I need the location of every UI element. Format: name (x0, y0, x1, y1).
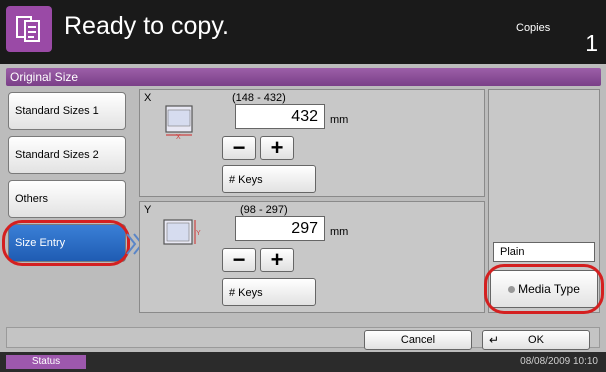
svg-text:Y: Y (196, 230, 201, 237)
x-keys-button[interactable]: # Keys (222, 165, 316, 193)
status-button[interactable]: Status (6, 355, 86, 369)
y-axis-label: Y (144, 204, 152, 216)
svg-text:X: X (176, 134, 181, 140)
ok-button[interactable]: ↵ OK (482, 330, 590, 350)
y-size-value[interactable]: 297 (235, 216, 325, 241)
paper-width-icon: X (165, 105, 193, 140)
standard-sizes-2-button[interactable]: Standard Sizes 2 (8, 136, 126, 174)
y-size-section: Y (98 - 297) Y 297 mm − + # Keys (139, 201, 485, 313)
standard-sizes-1-button[interactable]: Standard Sizes 1 (8, 92, 126, 130)
highlight-ring (2, 220, 130, 266)
y-increase-button[interactable]: + (260, 248, 294, 272)
x-range-label: (148 - 432) (232, 92, 286, 104)
x-size-section: X (148 - 432) X 432 mm − + # Keys (139, 89, 485, 197)
x-decrease-button[interactable]: − (222, 136, 256, 160)
y-unit-label: mm (330, 226, 349, 238)
original-size-panel: Original Size Standard Sizes 1 Standard … (0, 64, 606, 352)
button-label: OK (528, 334, 544, 346)
y-decrease-button[interactable]: − (222, 248, 256, 272)
y-keys-button[interactable]: # Keys (222, 278, 316, 306)
others-button[interactable]: Others (8, 180, 126, 218)
page-title: Ready to copy. (64, 12, 229, 40)
copies-label: Copies (516, 22, 551, 34)
status-bar: Status 08/08/2009 10:10 (0, 352, 606, 372)
enter-icon: ↵ (489, 333, 500, 347)
x-unit-label: mm (330, 114, 349, 126)
header-bar: Ready to copy. Copies 1 (0, 0, 606, 64)
button-label: Others (15, 193, 49, 205)
x-size-value[interactable]: 432 (235, 104, 325, 129)
y-range-label: (98 - 297) (240, 204, 288, 216)
button-label: Standard Sizes 1 (15, 105, 99, 117)
button-label: Standard Sizes 2 (15, 149, 99, 161)
copies-count: 1 (585, 30, 598, 56)
copy-icon (6, 6, 52, 52)
cancel-button[interactable]: Cancel (364, 330, 472, 350)
highlight-ring (484, 264, 604, 314)
panel-title: Original Size (6, 68, 601, 86)
paper-length-icon: Y (163, 219, 201, 245)
media-type-value: Plain (493, 242, 595, 262)
datetime-label: 08/08/2009 10:10 (520, 356, 598, 367)
x-axis-label: X (144, 92, 152, 104)
x-increase-button[interactable]: + (260, 136, 294, 160)
